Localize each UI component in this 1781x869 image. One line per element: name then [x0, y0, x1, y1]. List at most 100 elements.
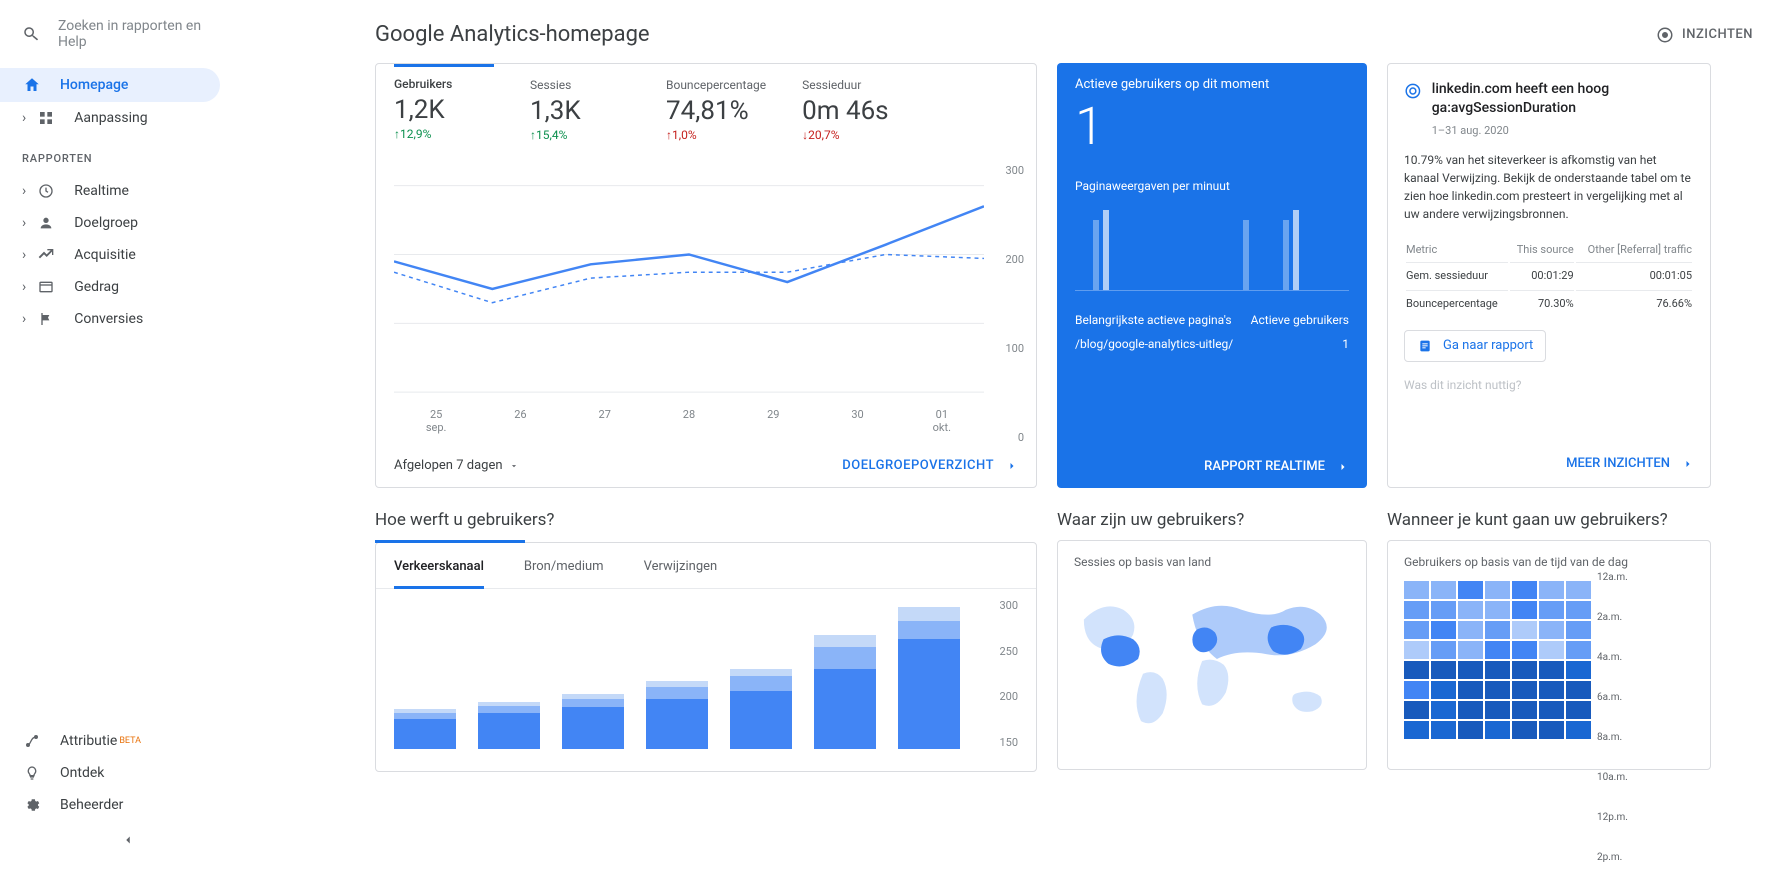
- nav-discover[interactable]: Ontdek: [0, 757, 255, 789]
- nav-behavior[interactable]: › Gedrag: [0, 271, 255, 303]
- heatmap-cell: [1431, 701, 1456, 719]
- pageviews-per-minute-chart: [1075, 201, 1349, 291]
- heatmap-cell: [1431, 681, 1456, 699]
- chevron-right-icon: ›: [22, 247, 26, 263]
- kpi-tab-users[interactable]: Gebruikers 1,2K ↑12,9%: [394, 64, 494, 148]
- heatmap-cell: [1458, 681, 1483, 699]
- heatmap-cell: [1404, 601, 1429, 619]
- nav-audience-label: Doelgroep: [74, 215, 138, 231]
- nav-realtime-label: Realtime: [74, 183, 129, 199]
- nav-attribution[interactable]: Attributie BETA: [0, 725, 255, 757]
- kpi-tab-duration[interactable]: Sessieduur 0m 46s ↓20,7%: [802, 78, 902, 148]
- heatmap-cell: [1485, 621, 1510, 639]
- heatmap-cell: [1539, 601, 1564, 619]
- nav-homepage[interactable]: Homepage: [0, 68, 220, 102]
- insight-card: linkedin.com heeft een hoog ga:avgSessio…: [1387, 63, 1711, 488]
- heatmap-cell: [1404, 641, 1429, 659]
- heatmap-cell: [1431, 721, 1456, 739]
- nav-discover-label: Ontdek: [60, 765, 104, 781]
- heatmap-cell: [1566, 581, 1591, 599]
- active-page-row[interactable]: /blog/google-analytics-uitleg/ 1: [1075, 337, 1349, 351]
- line-chart-svg: [394, 164, 984, 404]
- heatmap-cell: [1485, 681, 1510, 699]
- chevron-left-icon: [121, 833, 135, 847]
- clock-icon: [38, 183, 54, 199]
- heatmap-cell: [1431, 641, 1456, 659]
- heatmap-cell: [1404, 701, 1429, 719]
- kpi-tab-sessions[interactable]: Sessies 1,3K ↑15,4%: [530, 78, 630, 148]
- chevron-right-icon: [1682, 458, 1694, 470]
- geo-card: Sessies op basis van land: [1057, 540, 1367, 770]
- heatmap-cell: [1566, 641, 1591, 659]
- dashboard-icon: [38, 110, 54, 126]
- collapse-sidebar-button[interactable]: [0, 821, 255, 859]
- gear-icon: [24, 797, 40, 813]
- heatmap-cell: [1566, 721, 1591, 739]
- heatmap-cell: [1566, 701, 1591, 719]
- nav-customization[interactable]: › Aanpassing: [0, 102, 255, 134]
- heatmap-cell: [1512, 701, 1537, 719]
- nav-realtime[interactable]: › Realtime: [0, 175, 255, 207]
- chevron-right-icon: ›: [22, 279, 26, 295]
- heatmap-cell: [1539, 581, 1564, 599]
- nav-behavior-label: Gedrag: [74, 279, 119, 295]
- tab-traffic-channel[interactable]: Verkeerskanaal: [394, 559, 484, 589]
- behavior-icon: [38, 279, 54, 295]
- heatmap-cell: [1404, 621, 1429, 639]
- heatmap-cell: [1431, 601, 1456, 619]
- chevron-right-icon: [1337, 461, 1349, 473]
- beta-badge: BETA: [119, 736, 141, 746]
- realtime-value: 1: [1075, 96, 1349, 157]
- heatmap-cell: [1566, 661, 1591, 679]
- go-to-report-button[interactable]: Ga naar rapport: [1404, 330, 1546, 362]
- users-line-chart: 3002001000 25sep. 26 27 28 29 30 01okt.: [394, 164, 1018, 444]
- nav-conversions[interactable]: › Conversies: [0, 303, 255, 335]
- insights-button[interactable]: INZICHTEN: [1656, 26, 1753, 44]
- heatmap-cell: [1404, 721, 1429, 739]
- timing-heading: Wanneer je kunt gaan uw gebruikers?: [1387, 510, 1711, 530]
- world-map: [1074, 579, 1350, 739]
- date-range-select[interactable]: Afgelopen 7 dagen: [394, 458, 519, 473]
- tab-source-medium[interactable]: Bron/medium: [524, 559, 604, 588]
- heatmap-cell: [1539, 681, 1564, 699]
- insight-feedback[interactable]: Was dit inzicht nuttig?: [1404, 378, 1694, 392]
- flag-icon: [38, 311, 54, 327]
- heatmap-cell: [1404, 581, 1429, 599]
- heatmap-cell: [1485, 641, 1510, 659]
- home-icon: [23, 76, 41, 94]
- heatmap-cell: [1512, 681, 1537, 699]
- geo-heading: Waar zijn uw gebruikers?: [1057, 510, 1367, 530]
- heatmap-cell: [1566, 601, 1591, 619]
- more-insights-link[interactable]: MEER INZICHTEN: [1404, 436, 1694, 471]
- search-icon: [22, 25, 40, 43]
- kpi-tab-bounce[interactable]: Bouncepercentage 74,81% ↑1,0%: [666, 78, 766, 148]
- nav-admin[interactable]: Beheerder: [0, 789, 255, 821]
- nav-audience[interactable]: › Doelgroep: [0, 207, 255, 239]
- audience-overview-link[interactable]: DOELGROEPOVERZICHT: [842, 458, 1018, 473]
- heatmap-cell: [1458, 721, 1483, 739]
- heatmap-cell: [1539, 701, 1564, 719]
- heatmap-cell: [1485, 601, 1510, 619]
- insight-table: MetricThis sourceOther [Referral] traffi…: [1404, 237, 1694, 318]
- chevron-right-icon: [1006, 460, 1018, 472]
- heatmap-cell: [1485, 581, 1510, 599]
- realtime-report-link[interactable]: RAPPORT REALTIME: [1075, 445, 1349, 474]
- heatmap-cell: [1512, 641, 1537, 659]
- heatmap-cell: [1458, 701, 1483, 719]
- insights-icon: [1656, 26, 1674, 44]
- tab-referrals[interactable]: Verwijzingen: [644, 559, 718, 588]
- section-label-reports: RAPPORTEN: [0, 134, 255, 175]
- nav-acquisition[interactable]: › Acquisitie: [0, 239, 255, 271]
- heatmap-cell: [1539, 721, 1564, 739]
- main-content: Google Analytics-homepage INZICHTEN Gebr…: [255, 0, 1781, 869]
- search-placeholder: Zoeken in rapporten en Help: [58, 18, 233, 50]
- search-input[interactable]: Zoeken in rapporten en Help: [0, 18, 255, 68]
- heatmap-cell: [1539, 621, 1564, 639]
- heatmap-cell: [1539, 641, 1564, 659]
- heatmap-cell: [1431, 581, 1456, 599]
- page-title: Google Analytics-homepage: [375, 22, 650, 47]
- heatmap-cell: [1485, 661, 1510, 679]
- heatmap-cell: [1404, 661, 1429, 679]
- heatmap-cell: [1458, 641, 1483, 659]
- acquisition-card: Verkeerskanaal Bron/medium Verwijzingen: [375, 542, 1037, 772]
